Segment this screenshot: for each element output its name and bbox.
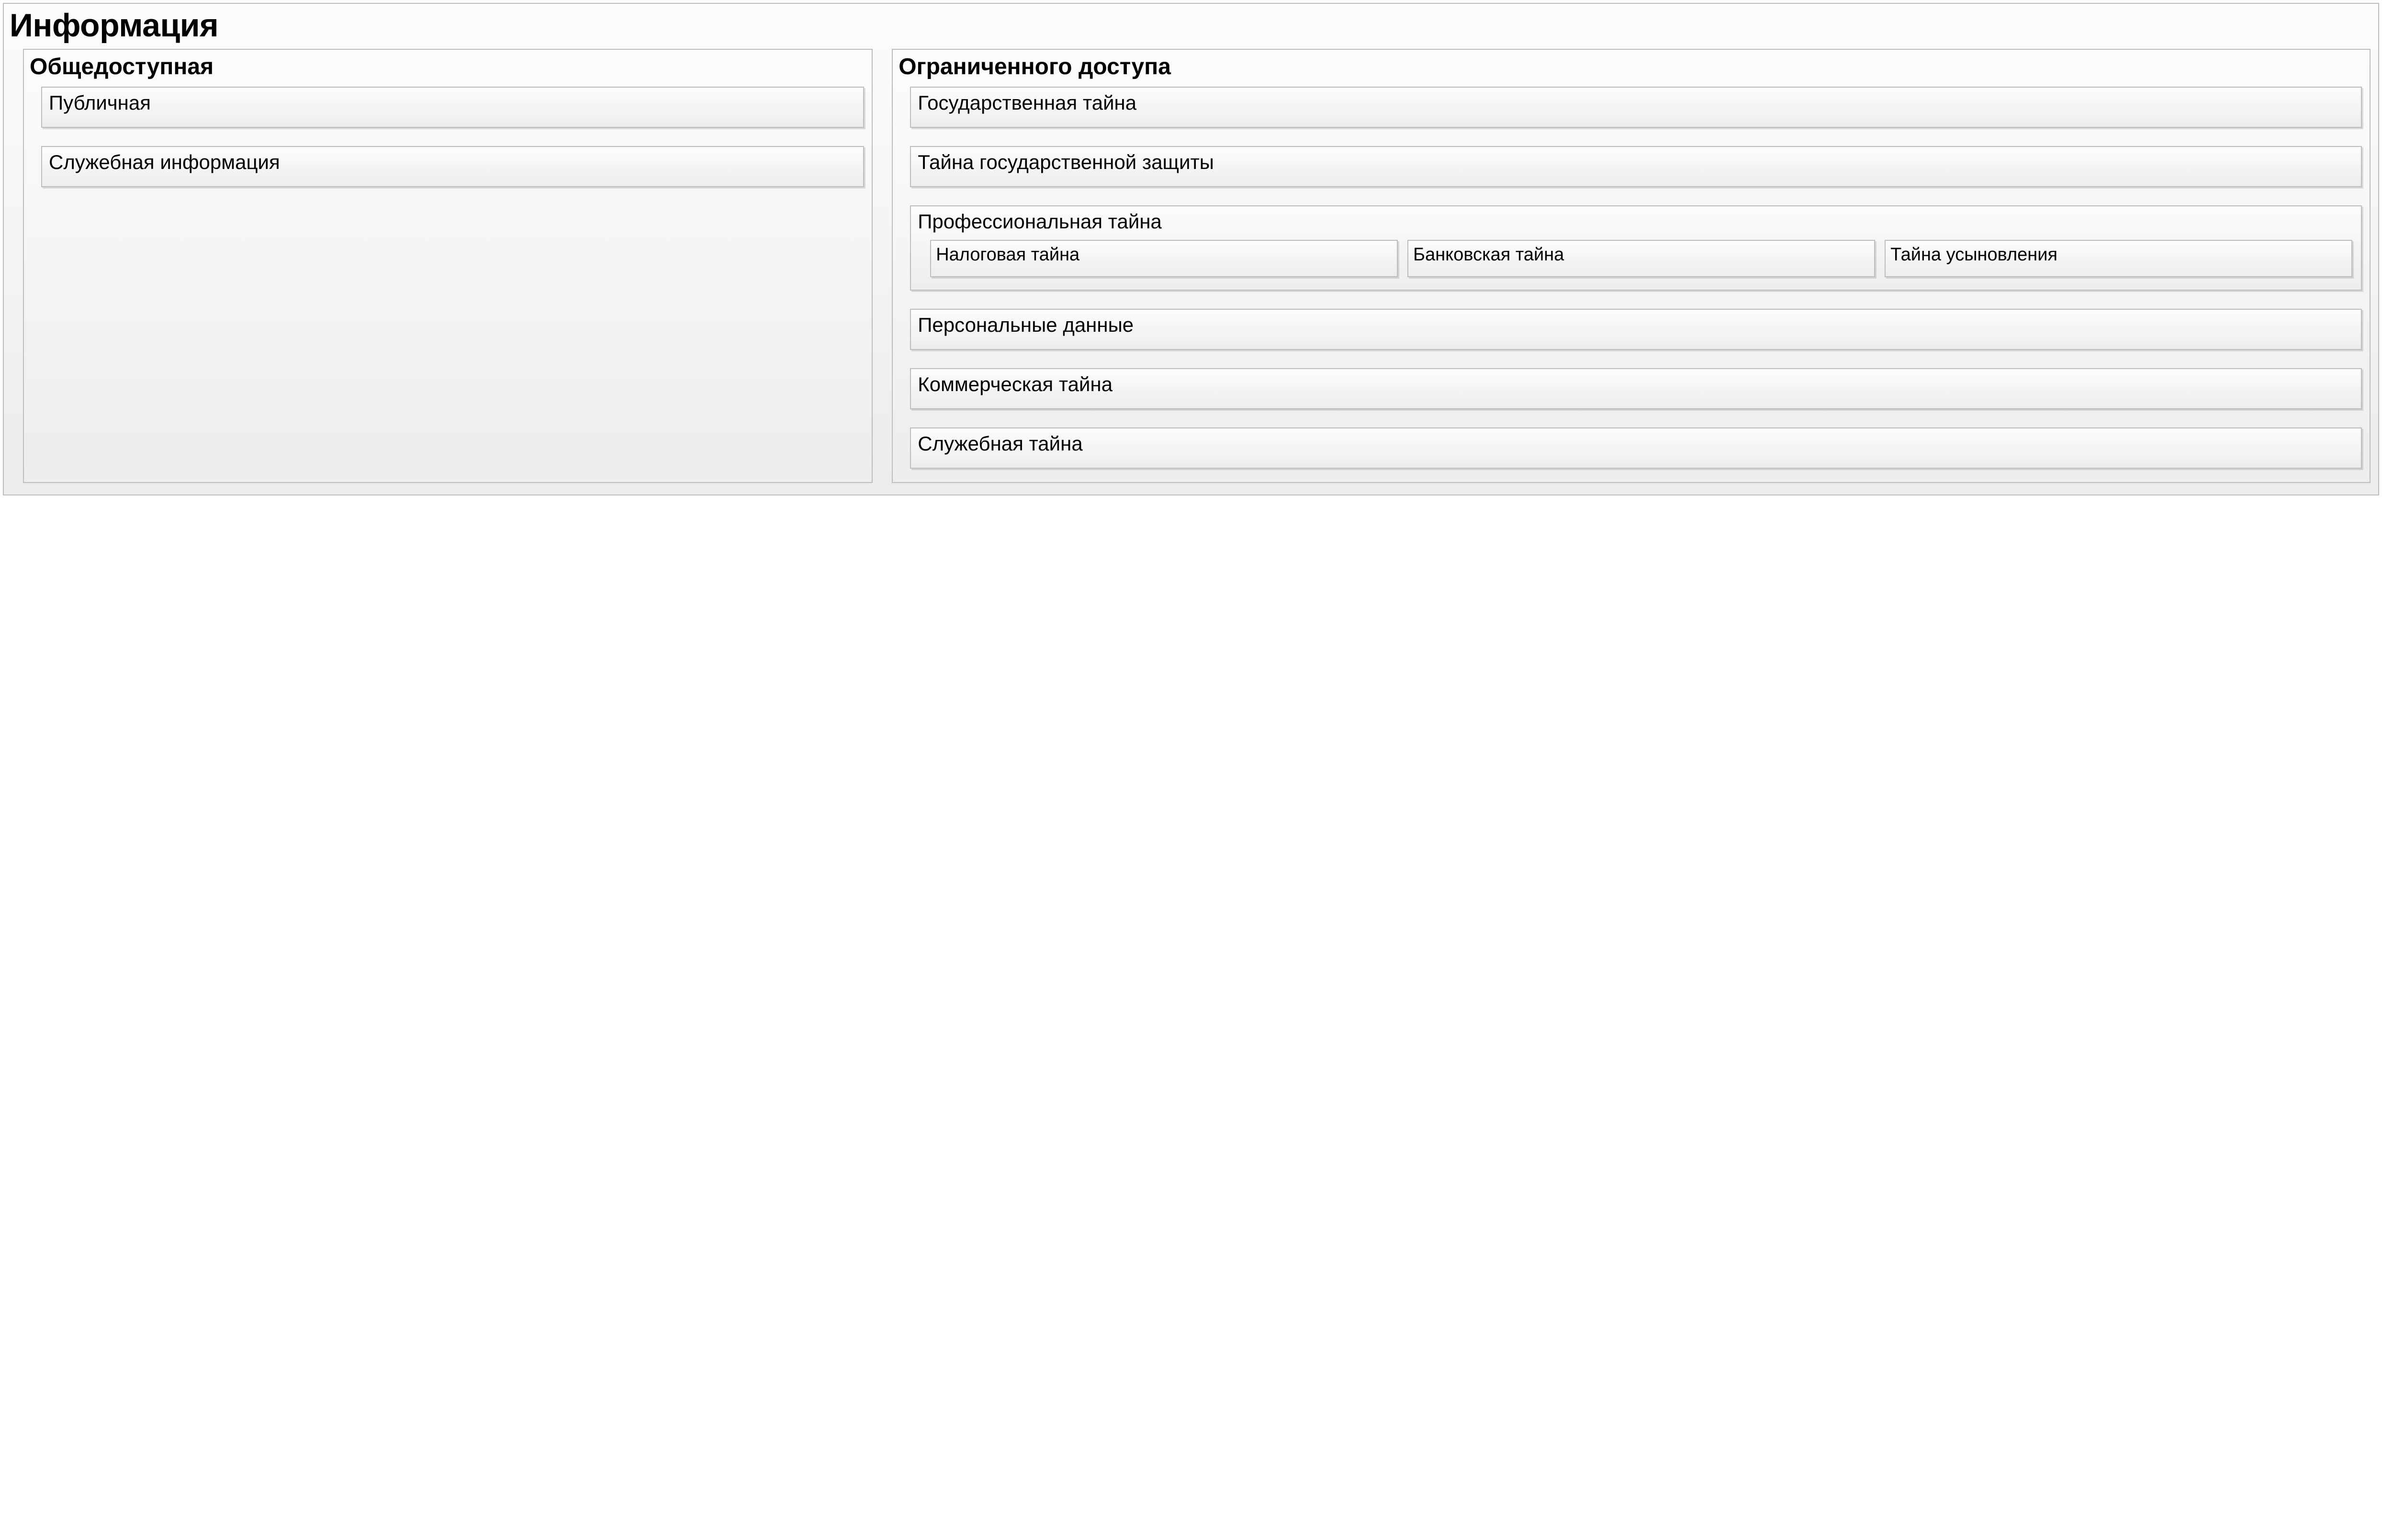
card-label: Служебная тайна (918, 432, 2354, 455)
professional-secret-children: Налоговая тайна Банковская тайна Тайна у… (918, 240, 2354, 277)
card-public: Публичная (41, 87, 864, 128)
root-panel: Информация Общедоступная Публичная Служе… (3, 3, 2379, 495)
card-state-protection-secret: Тайна государственной защиты (910, 146, 2362, 187)
card-professional-secret: Профессиональная тайна Налоговая тайна Б… (910, 205, 2362, 291)
card-label: Государственная тайна (918, 91, 2354, 114)
subcard-adoption-secret: Тайна усыновления (1885, 240, 2352, 277)
card-label: Профессиональная тайна (918, 210, 2354, 233)
card-commercial-secret: Коммерческая тайна (910, 368, 2362, 409)
root-title: Информация (10, 7, 2372, 44)
columns: Общедоступная Публичная Служебная информ… (10, 49, 2372, 483)
card-label: Служебная информация (49, 151, 856, 174)
column-public: Общедоступная Публичная Служебная информ… (23, 49, 873, 483)
card-label: Персональные данные (918, 314, 2354, 337)
column-restricted: Ограниченного доступа Государственная та… (892, 49, 2371, 483)
card-personal-data: Персональные данные (910, 309, 2362, 350)
card-label: Публичная (49, 91, 856, 114)
column-public-items: Публичная Служебная информация (29, 87, 867, 187)
column-restricted-title: Ограниченного доступа (899, 54, 2365, 80)
card-service-info: Служебная информация (41, 146, 864, 187)
card-state-secret: Государственная тайна (910, 87, 2362, 128)
card-label: Тайна государственной защиты (918, 151, 2354, 174)
subcard-bank-secret: Банковская тайна (1407, 240, 1875, 277)
subcard-tax-secret: Налоговая тайна (930, 240, 1398, 277)
card-service-secret: Служебная тайна (910, 427, 2362, 469)
column-restricted-items: Государственная тайна Тайна государствен… (898, 87, 2365, 469)
card-label: Коммерческая тайна (918, 373, 2354, 396)
column-public-title: Общедоступная (30, 54, 867, 80)
